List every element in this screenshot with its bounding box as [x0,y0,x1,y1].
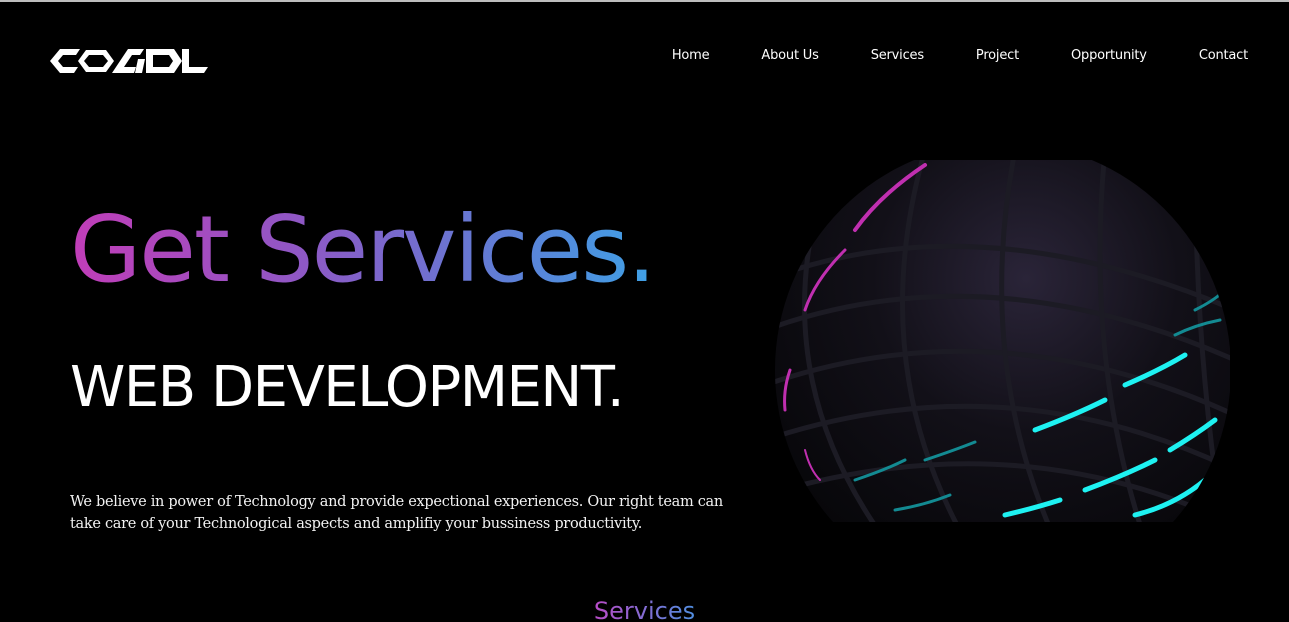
logo[interactable] [48,44,210,78]
hero-subtitle: WEB DEVELOPMENT. [70,355,625,420]
nav-services[interactable]: Services [871,48,924,63]
nav-contact[interactable]: Contact [1199,48,1248,63]
services-heading: Services [0,594,1289,622]
nav-home[interactable]: Home [672,48,710,63]
nav-about-us[interactable]: About Us [761,48,818,63]
nav-project[interactable]: Project [976,48,1019,63]
coadl-logo-icon [50,49,208,73]
nav-opportunity[interactable]: Opportunity [1071,48,1147,63]
hero-title: Get Services. [70,190,656,310]
sphere-image [775,160,1230,522]
services-heading-text: Services [594,597,695,622]
hero-description: We believe in power of Technology and pr… [70,494,723,532]
main-nav: Home About Us Services Project Opportuni… [672,44,1248,66]
browser-top-border [0,0,1289,2]
